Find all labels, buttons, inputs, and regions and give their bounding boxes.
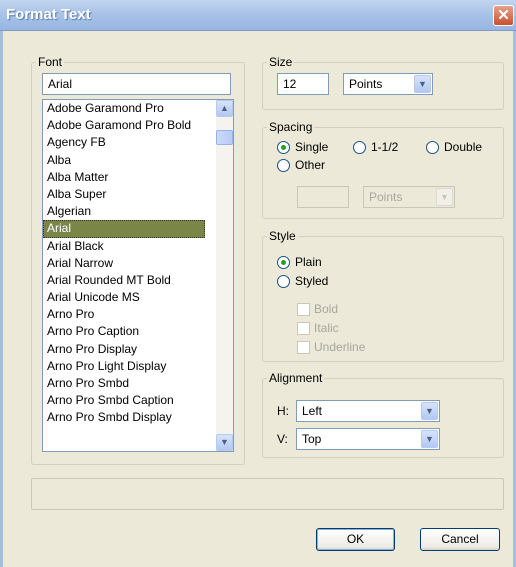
size-unit-select[interactable]: Points ▼	[343, 73, 433, 95]
cancel-button[interactable]: Cancel	[420, 528, 500, 551]
spacing-one-and-half-label: 1-1/2	[371, 140, 399, 154]
spacing-single-label: Single	[295, 140, 329, 154]
chevron-down-icon[interactable]: ▼	[436, 188, 453, 206]
font-list-item[interactable]: Arno Pro Light Display	[43, 358, 205, 375]
size-group-legend: Size	[269, 55, 293, 69]
ok-button-label: OK	[346, 532, 365, 546]
radio-checked-icon[interactable]	[277, 256, 290, 269]
underline-label: Underline	[314, 340, 366, 354]
style-group-legend: Style	[269, 229, 296, 243]
font-list-item[interactable]: Arno Pro Smbd Caption	[43, 392, 205, 409]
style-plain-label: Plain	[295, 255, 322, 269]
vertical-align-label: V:	[277, 432, 288, 446]
size-input[interactable]: 12	[277, 73, 329, 95]
font-list-item[interactable]: Adobe Garamond Pro	[43, 100, 205, 117]
chevron-down-icon: ▼	[220, 437, 229, 447]
checkbox-icon[interactable]	[297, 303, 310, 316]
horizontal-align-value: Left	[302, 404, 323, 418]
spacing-other-label: Other	[295, 158, 326, 172]
radio-icon[interactable]	[353, 141, 366, 154]
font-group-legend: Font	[38, 55, 63, 69]
radio-checked-icon[interactable]	[277, 141, 290, 154]
font-list-scrollbar[interactable]: ▲ ▼	[216, 100, 233, 451]
font-name-value: Arial	[48, 77, 73, 91]
radio-icon[interactable]	[426, 141, 439, 154]
style-styled-label: Styled	[295, 274, 329, 288]
radio-icon[interactable]	[277, 275, 290, 288]
scroll-down-button[interactable]: ▼	[216, 434, 233, 451]
ok-button[interactable]: OK	[316, 528, 395, 551]
alignment-group-legend: Alignment	[269, 371, 323, 385]
size-unit-value: Points	[349, 77, 383, 91]
checkbox-icon[interactable]	[297, 341, 310, 354]
vertical-align-value: Top	[302, 432, 322, 446]
font-list-item[interactable]: Arno Pro	[43, 306, 205, 323]
spacing-other-input[interactable]	[297, 186, 349, 208]
checkbox-icon[interactable]	[297, 322, 310, 335]
vertical-align-select[interactable]: Top ▼	[296, 428, 440, 450]
font-list-item[interactable]: Arno Pro Smbd	[43, 375, 205, 392]
font-list-item[interactable]: Arial Narrow	[43, 255, 205, 272]
spacing-unit-select[interactable]: Points ▼	[363, 186, 455, 208]
font-list-item[interactable]: Algerian	[43, 203, 205, 220]
spacing-unit-value: Points	[369, 190, 403, 204]
spacing-group-legend: Spacing	[269, 120, 313, 134]
horizontal-align-select[interactable]: Left ▼	[296, 400, 440, 422]
font-list-item[interactable]: Agency FB	[43, 134, 205, 151]
size-value: 12	[283, 77, 297, 91]
title-bar[interactable]: Format Text ✕	[0, 0, 516, 31]
close-icon: ✕	[497, 7, 510, 24]
font-list-item[interactable]: Arial Rounded MT Bold	[43, 272, 205, 289]
font-list-item[interactable]: Arno Pro Caption	[43, 323, 205, 340]
bold-label: Bold	[314, 302, 339, 316]
font-list-items: Adobe Garamond Pro Adobe Garamond Pro Bol…	[43, 100, 233, 427]
font-list-item[interactable]: Adobe Garamond Pro Bold	[43, 117, 205, 134]
scroll-up-button[interactable]: ▲	[216, 100, 233, 117]
font-list[interactable]: Adobe Garamond Pro Adobe Garamond Pro Bol…	[42, 99, 234, 452]
font-list-item[interactable]: Arial Black	[43, 238, 205, 255]
cancel-button-label: Cancel	[441, 532, 479, 546]
font-list-item[interactable]: Arial Unicode MS	[43, 289, 205, 306]
italic-label: Italic	[314, 321, 339, 335]
font-list-item[interactable]: Arno Pro Display	[43, 341, 205, 358]
scroll-thumb[interactable]	[216, 130, 233, 145]
font-name-input[interactable]: Arial	[42, 73, 231, 95]
status-bar	[31, 478, 504, 510]
font-list-item[interactable]: Alba Super	[43, 186, 205, 203]
font-list-item[interactable]: Arial	[43, 220, 205, 238]
horizontal-align-label: H:	[277, 404, 289, 418]
chevron-down-icon[interactable]: ▼	[421, 430, 438, 448]
chevron-up-icon: ▲	[220, 103, 229, 113]
font-list-item[interactable]: Alba Matter	[43, 169, 205, 186]
chevron-down-icon[interactable]: ▼	[421, 402, 438, 420]
font-list-item[interactable]: Arno Pro Smbd Display	[43, 409, 205, 426]
spacing-double-label: Double	[444, 140, 483, 154]
radio-icon[interactable]	[277, 159, 290, 172]
close-button[interactable]: ✕	[493, 5, 514, 26]
chevron-down-icon[interactable]: ▼	[414, 75, 431, 93]
window-title: Format Text	[6, 6, 91, 23]
font-list-item[interactable]: Alba	[43, 152, 205, 169]
